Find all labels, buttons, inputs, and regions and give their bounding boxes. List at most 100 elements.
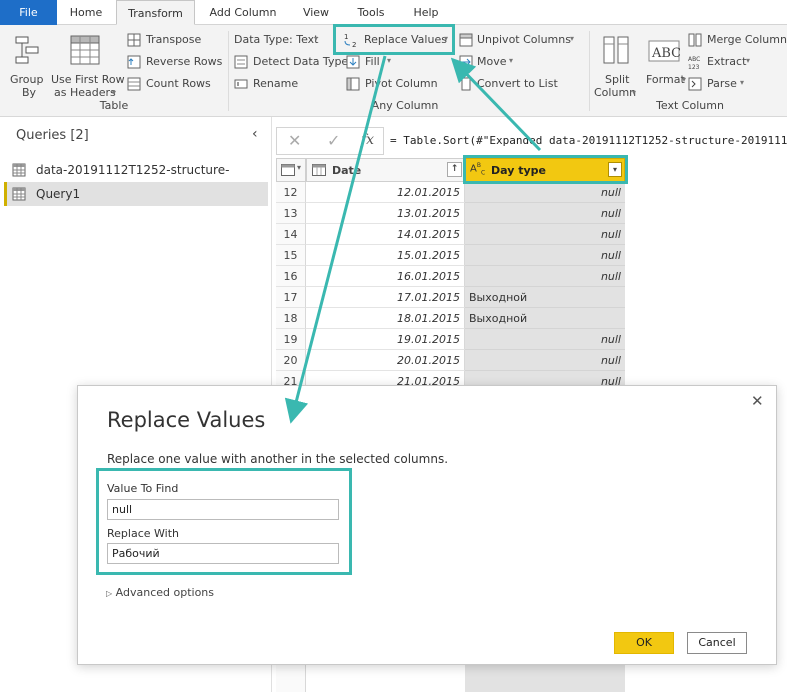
unpivot-columns-icon: [459, 33, 473, 47]
column-header-date[interactable]: Date ↑: [306, 158, 465, 182]
tab-tools[interactable]: Tools: [348, 0, 394, 25]
day-type-cell[interactable]: Выходной: [465, 308, 625, 329]
date-cell[interactable]: 20.01.2015: [306, 350, 465, 371]
count-rows-button[interactable]: Count Rows: [127, 76, 217, 92]
text-column-group-label: Text Column: [656, 99, 724, 112]
day-type-cell[interactable]: null: [465, 266, 625, 287]
rename-button[interactable]: Rename: [234, 76, 304, 92]
date-cell[interactable]: 18.01.2015: [306, 308, 465, 329]
tab-add-column[interactable]: Add Column: [201, 0, 285, 25]
pivot-column-button[interactable]: Pivot Column: [346, 76, 438, 92]
unpivot-columns-button[interactable]: Unpivot Columns ▾: [459, 32, 581, 48]
advanced-options-toggle[interactable]: ▷ Advanced options: [106, 586, 214, 599]
svg-text:ABC: ABC: [688, 56, 700, 63]
chevron-down-icon: ▾: [509, 56, 514, 65]
fx-icon[interactable]: fx: [361, 132, 374, 148]
table-row[interactable]: 14 14.01.2015 null: [276, 224, 628, 245]
group-by-label-2: By: [22, 86, 37, 99]
format-button[interactable]: ABC Format ▾: [642, 31, 688, 97]
day-type-cell[interactable]: null: [465, 245, 625, 266]
tab-file[interactable]: File: [0, 0, 57, 25]
day-type-cell[interactable]: Выходной: [465, 287, 625, 308]
split-column-icon: [603, 36, 629, 64]
table-row[interactable]: 15 15.01.2015 null: [276, 245, 628, 266]
day-type-cell[interactable]: null: [465, 350, 625, 371]
tab-help[interactable]: Help: [405, 0, 447, 25]
tab-view[interactable]: View: [295, 0, 337, 25]
date-cell[interactable]: 12.01.2015: [306, 182, 465, 203]
formula-text[interactable]: = Table.Sort(#"Expanded data-20191112T12…: [390, 134, 787, 147]
ribbon-separator: [228, 31, 229, 111]
column-header-date-label: Date: [332, 164, 362, 177]
extract-button[interactable]: ABC 123 Extract ▾: [688, 54, 758, 70]
date-cell[interactable]: 13.01.2015: [306, 203, 465, 224]
detect-data-type-button[interactable]: Detect Data Type: [234, 54, 348, 70]
split-column-label-1: Split: [605, 73, 630, 86]
table-row[interactable]: 17 17.01.2015 Выходной: [276, 287, 628, 308]
dialog-title: Replace Values: [107, 408, 266, 432]
table-menu-button[interactable]: ▾: [276, 158, 306, 182]
parse-label: Parse: [707, 77, 737, 90]
move-icon: [459, 55, 473, 69]
fill-down-icon: [346, 55, 360, 69]
day-type-cell[interactable]: null: [465, 203, 625, 224]
ok-button[interactable]: OK: [614, 632, 674, 654]
chevron-down-icon: ▾: [112, 88, 117, 97]
data-type-dropdown[interactable]: Data Type: Text ▾: [234, 32, 324, 48]
table-group-label: Table: [99, 99, 129, 112]
advanced-options-label: Advanced options: [115, 586, 215, 599]
parse-button[interactable]: Parse ▾: [688, 76, 758, 92]
query-item[interactable]: data-20191112T1252-structure-20191112...: [4, 158, 268, 201]
table-row[interactable]: 13 13.01.2015 null: [276, 203, 628, 224]
date-cell[interactable]: 19.01.2015: [306, 329, 465, 350]
cancel-button[interactable]: Cancel: [687, 632, 747, 654]
tab-home[interactable]: Home: [62, 0, 110, 25]
chevron-down-icon: ▾: [740, 78, 745, 87]
row-number: 13: [276, 203, 306, 224]
unpivot-columns-label: Unpivot Columns: [477, 33, 571, 46]
merge-columns-button[interactable]: Merge Columns: [688, 32, 787, 48]
row-number: 15: [276, 245, 306, 266]
table-icon: [281, 164, 295, 176]
replace-values-dialog: Replace Values ✕ Replace one value with …: [77, 385, 777, 665]
fill-button[interactable]: Fill ▾: [346, 54, 416, 70]
table-row[interactable]: 12 12.01.2015 null: [276, 182, 628, 203]
svg-text:ABC: ABC: [651, 46, 680, 61]
sort-ascending-icon[interactable]: ↑: [447, 162, 462, 177]
highlight-replace-values: [333, 24, 455, 55]
day-type-cell[interactable]: null: [465, 224, 625, 245]
collapse-pane-icon[interactable]: ‹: [252, 126, 258, 142]
close-icon[interactable]: ✕: [751, 392, 764, 410]
transpose-button[interactable]: Transpose: [127, 32, 217, 48]
tab-transform[interactable]: Transform: [116, 0, 195, 25]
date-cell[interactable]: 14.01.2015: [306, 224, 465, 245]
reverse-rows-button[interactable]: Reverse Rows: [127, 54, 222, 70]
cancel-formula-icon[interactable]: ✕: [288, 131, 301, 150]
convert-to-list-button[interactable]: Convert to List: [459, 76, 559, 92]
day-type-cell[interactable]: null: [465, 329, 625, 350]
table-header-icon: [70, 35, 100, 65]
reverse-rows-icon: [127, 55, 141, 69]
split-column-button[interactable]: Split Column ▾: [592, 31, 640, 99]
use-first-row-label-1: Use First Row: [51, 73, 125, 86]
confirm-formula-icon[interactable]: ✓: [327, 131, 340, 150]
table-row[interactable]: 19 19.01.2015 null: [276, 329, 628, 350]
table-row[interactable]: 18 18.01.2015 Выходной: [276, 308, 628, 329]
queries-header: Queries [2]: [16, 128, 89, 143]
pivot-column-label: Pivot Column: [365, 77, 438, 90]
move-button[interactable]: Move ▾: [459, 54, 529, 70]
day-type-cell[interactable]: null: [465, 182, 625, 203]
pivot-column-icon: [346, 77, 360, 91]
date-cell[interactable]: 15.01.2015: [306, 245, 465, 266]
formula-bar: ✕ ✓ fx = Table.Sort(#"Expanded data-2019…: [276, 127, 787, 155]
rename-label: Rename: [253, 77, 299, 90]
date-cell[interactable]: 16.01.2015: [306, 266, 465, 287]
use-first-row-button[interactable]: Use First Row as Headers ▾: [50, 31, 125, 99]
group-by-button[interactable]: Group By: [4, 31, 50, 99]
row-number: 12: [276, 182, 306, 203]
any-column-group-label: Any Column: [371, 99, 439, 112]
date-cell[interactable]: 17.01.2015: [306, 287, 465, 308]
table-row[interactable]: 16 16.01.2015 null: [276, 266, 628, 287]
table-row[interactable]: 20 20.01.2015 null: [276, 350, 628, 371]
query-item-selected[interactable]: Query1: [4, 182, 268, 206]
